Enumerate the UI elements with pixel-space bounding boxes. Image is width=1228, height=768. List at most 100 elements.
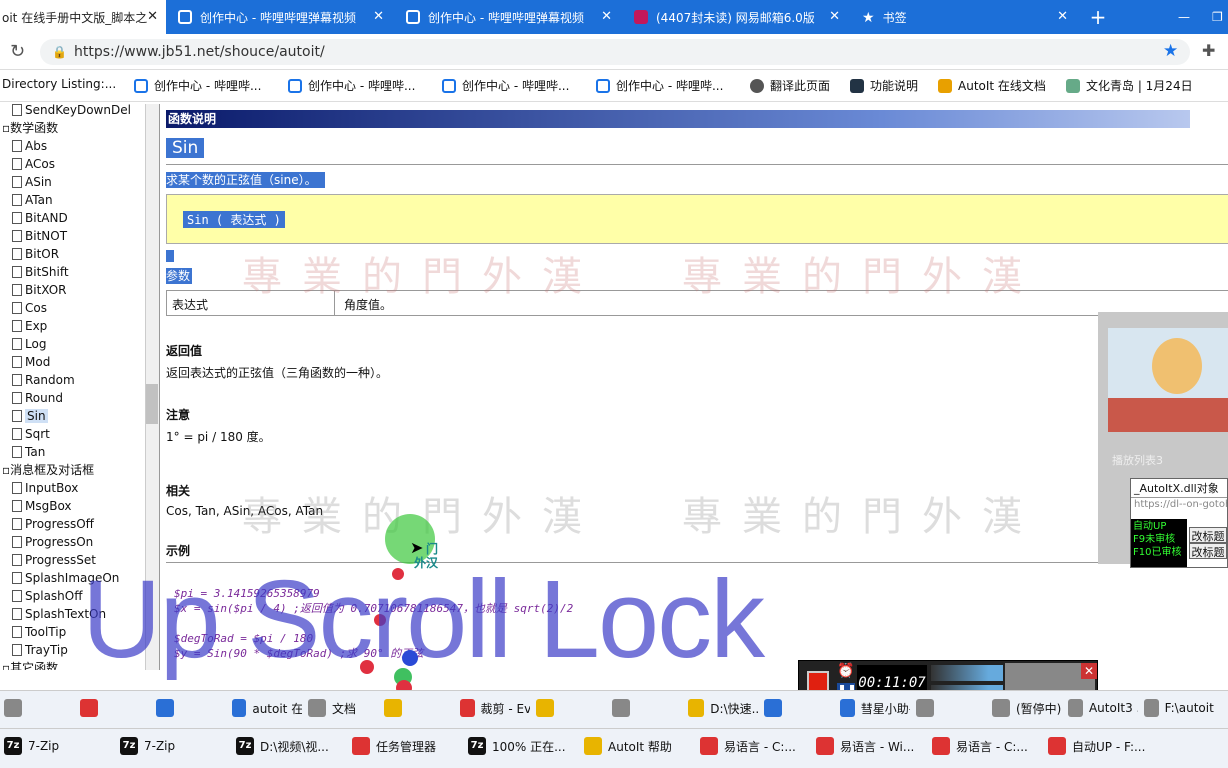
taskbar-button[interactable]: 7z 7-Zip xyxy=(4,737,114,755)
taskbar-button[interactable]: (暂停中) xyxy=(992,699,1062,717)
tree-item[interactable]: Exp xyxy=(12,317,47,335)
yel-icon xyxy=(384,699,402,717)
bookmark-item[interactable]: 创作中心 - 哔哩哔... xyxy=(442,77,569,94)
document-icon xyxy=(12,266,22,278)
tree-item[interactable]: ASin xyxy=(12,173,52,191)
grey-icon xyxy=(4,699,22,717)
tree-item[interactable]: ProgressOn xyxy=(12,533,93,551)
tree-category[interactable]: ▫其它函数 xyxy=(2,659,58,670)
taskbar-button[interactable]: 任务管理器 xyxy=(352,737,462,755)
bookmark-item[interactable]: 创作中心 - 哔哩哔... xyxy=(288,77,415,94)
tree-item[interactable]: Sqrt xyxy=(12,425,50,443)
tree-item[interactable]: Mod xyxy=(12,353,50,371)
taskbar-button[interactable]: D:\快速... xyxy=(688,699,758,717)
close-icon[interactable]: ✕ xyxy=(1057,9,1068,24)
document-icon xyxy=(12,338,22,350)
tab-autoit-manual[interactable]: oit 在线手册中文版_脚本之 ✕ xyxy=(0,0,166,34)
tab-bookmarks[interactable]: ★ 书签 ✕ xyxy=(852,0,1076,34)
taskbar-label: AutoIt3 ... xyxy=(1088,701,1138,715)
taskbar-button[interactable]: autoit 在... xyxy=(232,699,302,717)
tree-item[interactable]: InputBox xyxy=(12,479,78,497)
lock-icon[interactable]: 🔒 xyxy=(52,39,67,65)
taskbar-button[interactable]: F:\autoit... xyxy=(1144,699,1214,717)
tree-item[interactable]: Sin xyxy=(12,407,48,425)
tree-category[interactable]: ▫消息框及对话框 xyxy=(2,461,94,479)
taskbar-button[interactable] xyxy=(80,699,150,717)
speaker-volume-meter[interactable] xyxy=(931,665,1003,681)
taskbar-button[interactable]: 7z 100% 正在... xyxy=(468,737,578,755)
taskbar-button[interactable]: AutoIt3 ... xyxy=(1068,699,1138,717)
taskbar-button[interactable]: 裁剪 - Ev... xyxy=(460,699,530,717)
taskbar-button[interactable] xyxy=(156,699,226,717)
function-name: Sin xyxy=(166,138,205,158)
close-icon[interactable]: ✕ xyxy=(1081,663,1097,679)
taskbar-button[interactable]: 易语言 - Wi... xyxy=(816,737,926,755)
minimize-button[interactable]: — xyxy=(1178,0,1198,34)
tree-item[interactable]: BitNOT xyxy=(12,227,67,245)
taskbar-button[interactable]: 易语言 - C:... xyxy=(932,737,1042,755)
tree-item[interactable]: SplashOff xyxy=(12,587,83,605)
bookmark-star-icon[interactable]: ★ xyxy=(1163,41,1178,61)
taskbar-button[interactable] xyxy=(536,699,606,717)
tab-title: oit 在线手册中文版_脚本之 xyxy=(2,10,148,25)
rename-title-button[interactable]: 改标题 xyxy=(1189,527,1227,543)
tree-item[interactable]: BitShift xyxy=(12,263,69,281)
tree-item[interactable]: ProgressOff xyxy=(12,515,94,533)
close-icon[interactable]: ✕ xyxy=(373,9,384,24)
tree-item[interactable]: Abs xyxy=(12,137,47,155)
tree-category[interactable]: ▫数学函数 xyxy=(2,119,58,137)
tree-item[interactable]: ATan xyxy=(12,191,53,209)
tree-item[interactable]: BitXOR xyxy=(12,281,67,299)
taskbar-button[interactable]: 彗星小助手 xyxy=(840,699,910,717)
tree-item[interactable]: MsgBox xyxy=(12,497,72,515)
bilibili-icon xyxy=(134,78,148,93)
status-panel: 自动UP F9未审核 F10已审核 xyxy=(1131,519,1187,567)
bookmark-item[interactable]: 创作中心 - 哔哩哔... xyxy=(596,77,723,94)
tree-item[interactable]: BitOR xyxy=(12,245,59,263)
taskbar-button[interactable]: 自动UP - F:... xyxy=(1048,737,1158,755)
taskbar-button[interactable]: AutoIt 帮助 xyxy=(584,737,694,755)
tree-item[interactable]: TrayTip xyxy=(12,641,68,659)
taskbar-button[interactable]: 易语言 - C:... xyxy=(700,737,810,755)
taskbar-button[interactable]: 7z 7-Zip xyxy=(120,737,230,755)
bookmark-item[interactable]: 翻译此页面 xyxy=(750,77,830,94)
globe-icon xyxy=(750,78,764,93)
tree-item[interactable]: Random xyxy=(12,371,75,389)
close-icon[interactable]: ✕ xyxy=(147,9,158,24)
taskbar-button[interactable] xyxy=(384,699,454,717)
taskbar-button[interactable] xyxy=(4,699,74,717)
taskbar-button[interactable] xyxy=(764,699,834,717)
url-input[interactable]: 🔒 https://www.jb51.net/shouce/autoit/ xyxy=(40,39,1190,65)
tree-item[interactable]: Log xyxy=(12,335,46,353)
tree-scrollbar-thumb[interactable] xyxy=(146,384,158,424)
taskbar-button[interactable] xyxy=(916,699,986,717)
bookmark-item[interactable]: 文化青岛 | 1月24日 xyxy=(1066,77,1193,94)
maximize-button[interactable]: ❐ xyxy=(1212,0,1228,34)
taskbar-button[interactable]: 7z D:\视频\视... xyxy=(236,737,346,755)
tree-item[interactable]: BitAND xyxy=(12,209,68,227)
bookmark-item[interactable]: Directory Listing:... xyxy=(2,77,116,91)
tab-bilibili-2[interactable]: 创作中心 - 哔哩哔哩弹幕视频 ✕ xyxy=(396,0,620,34)
rename-title-button[interactable]: 改标题 xyxy=(1189,543,1227,559)
tree-item[interactable]: Cos xyxy=(12,299,47,317)
tree-item[interactable]: ToolTip xyxy=(12,623,66,641)
close-icon[interactable]: ✕ xyxy=(829,9,840,24)
tree-item[interactable]: ACos xyxy=(12,155,55,173)
bookmark-item[interactable]: AutoIt 在线文档 xyxy=(938,77,1046,94)
close-icon[interactable]: ✕ xyxy=(601,9,612,24)
tree-item[interactable]: Round xyxy=(12,389,63,407)
reload-icon[interactable]: ↻ xyxy=(10,41,25,62)
tab-bilibili-1[interactable]: 创作中心 - 哔哩哔哩弹幕视频 ✕ xyxy=(168,0,392,34)
tree-item-label: Cos xyxy=(25,301,47,315)
tree-item[interactable]: SendKeyDownDel xyxy=(12,104,131,119)
extensions-icon[interactable]: ✚ xyxy=(1202,41,1215,60)
bookmark-item[interactable]: 功能说明 xyxy=(850,77,918,94)
character-image xyxy=(1152,338,1202,394)
bookmark-item[interactable]: 创作中心 - 哔哩哔... xyxy=(134,77,261,94)
tree-item[interactable]: Tan xyxy=(12,443,45,461)
tab-netease-mail[interactable]: (4407封未读) 网易邮箱6.0版 ✕ xyxy=(624,0,848,34)
taskbar-button[interactable]: 文档 xyxy=(308,699,378,717)
taskbar-button[interactable] xyxy=(612,699,682,717)
new-tab-button[interactable]: + xyxy=(1086,0,1110,34)
document-icon xyxy=(12,626,22,638)
